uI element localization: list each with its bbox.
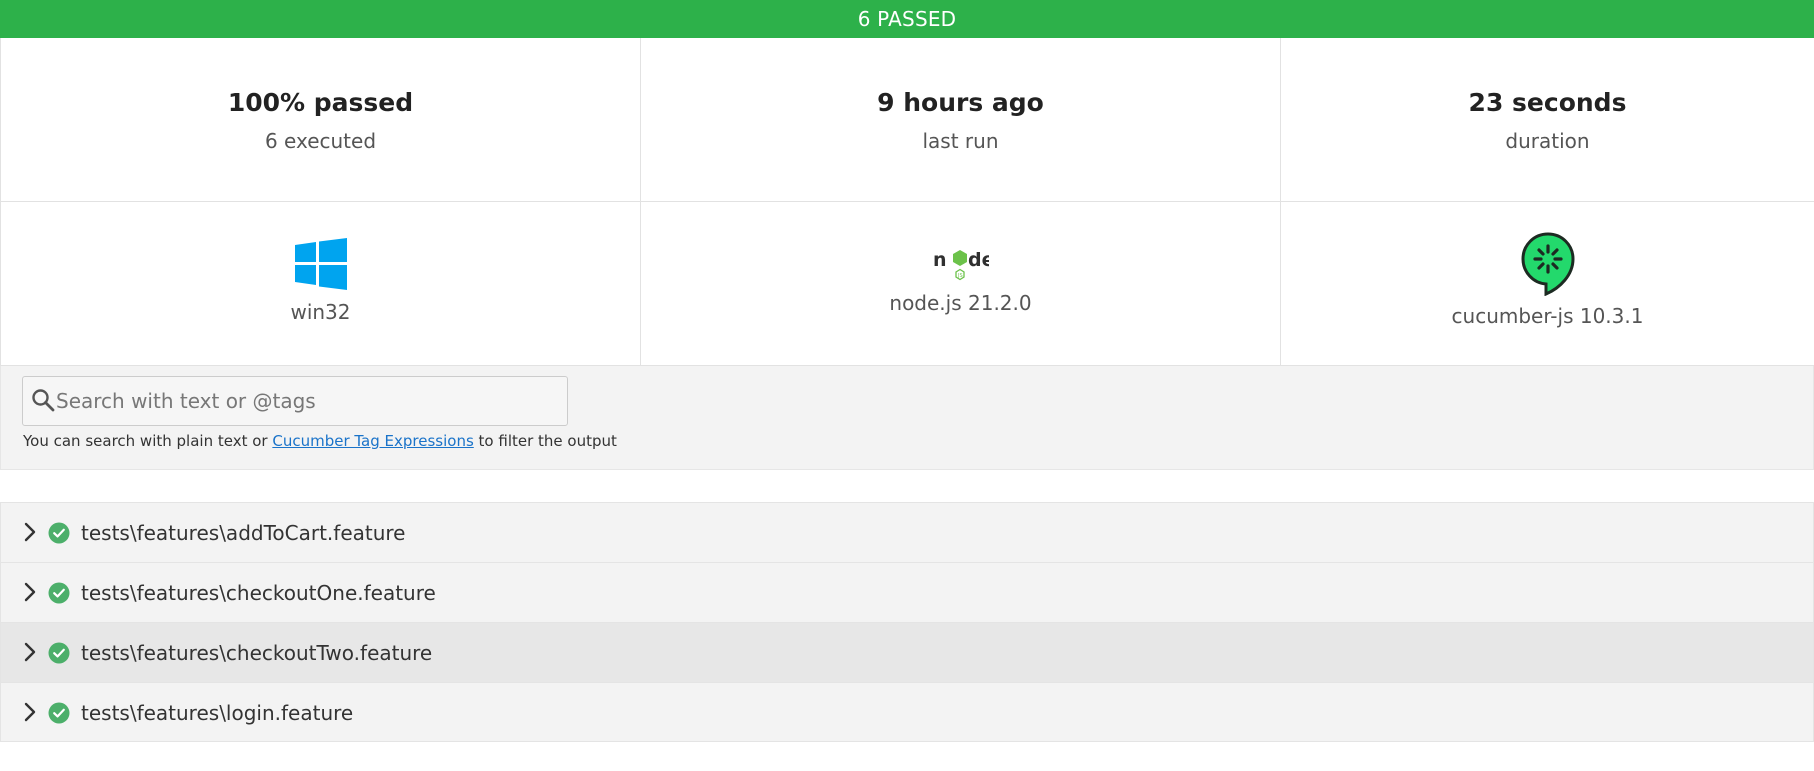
env-label: node.js 21.2.0 <box>889 291 1032 315</box>
stat-value: 9 hours ago <box>877 88 1044 117</box>
chevron-right-icon[interactable] <box>23 581 37 603</box>
chevron-right-icon[interactable] <box>23 521 37 543</box>
stat-duration: 23 seconds duration <box>1280 38 1814 202</box>
help-suffix: to filter the output <box>473 432 617 450</box>
env-label: win32 <box>290 300 351 324</box>
svg-text:de: de <box>968 249 989 271</box>
check-circle-icon <box>48 522 70 544</box>
stat-value: 100% passed <box>227 88 414 117</box>
search-icon <box>32 389 55 412</box>
feature-row[interactable]: tests\features\checkoutOne.feature <box>0 562 1814 622</box>
feature-name[interactable]: tests\features\login.feature <box>81 683 353 743</box>
help-prefix: You can search with plain text or <box>23 432 273 450</box>
tag-expressions-link[interactable]: Cucumber Tag Expressions <box>272 432 473 450</box>
env-framework: cucumber-js 10.3.1 <box>1280 202 1814 366</box>
search-help-text: You can search with plain text or Cucumb… <box>23 432 617 450</box>
feature-name[interactable]: tests\features\checkoutOne.feature <box>81 563 436 623</box>
check-circle-icon <box>48 702 70 724</box>
env-runtime: n de JS node.js 21.2.0 <box>640 202 1280 366</box>
svg-text:JS: JS <box>957 273 963 279</box>
stat-label: 6 executed <box>264 129 377 153</box>
search-box[interactable] <box>22 376 568 426</box>
feature-row[interactable]: tests\features\checkoutTwo.feature <box>0 622 1814 682</box>
stat-passed: 100% passed 6 executed <box>0 38 640 202</box>
feature-name[interactable]: tests\features\addToCart.feature <box>81 503 405 563</box>
nodejs-icon: n de JS <box>933 249 989 281</box>
cucumber-icon <box>1520 232 1575 296</box>
feature-row[interactable]: tests\features\addToCart.feature <box>0 502 1814 562</box>
chevron-right-icon[interactable] <box>23 641 37 663</box>
search-input[interactable] <box>54 377 556 425</box>
chevron-right-icon[interactable] <box>23 701 37 723</box>
stat-label: last run <box>922 129 999 153</box>
summary-grid: 100% passed 6 executed 9 hours ago last … <box>0 38 1814 366</box>
feature-name[interactable]: tests\features\checkoutTwo.feature <box>81 623 432 683</box>
env-label: cucumber-js 10.3.1 <box>1451 304 1644 328</box>
stat-last-run: 9 hours ago last run <box>640 38 1280 202</box>
feature-row[interactable]: tests\features\login.feature <box>0 682 1814 742</box>
search-panel: You can search with plain text or Cucumb… <box>0 366 1814 470</box>
windows-icon <box>294 238 347 290</box>
stat-value: 23 seconds <box>1468 88 1627 117</box>
status-banner: 6 PASSED <box>0 0 1814 38</box>
svg-text:n: n <box>933 249 947 271</box>
stat-label: duration <box>1505 129 1590 153</box>
env-os: win32 <box>0 202 640 366</box>
feature-list: tests\features\addToCart.feature tests\f… <box>0 502 1814 742</box>
check-circle-icon <box>48 642 70 664</box>
check-circle-icon <box>48 582 70 604</box>
